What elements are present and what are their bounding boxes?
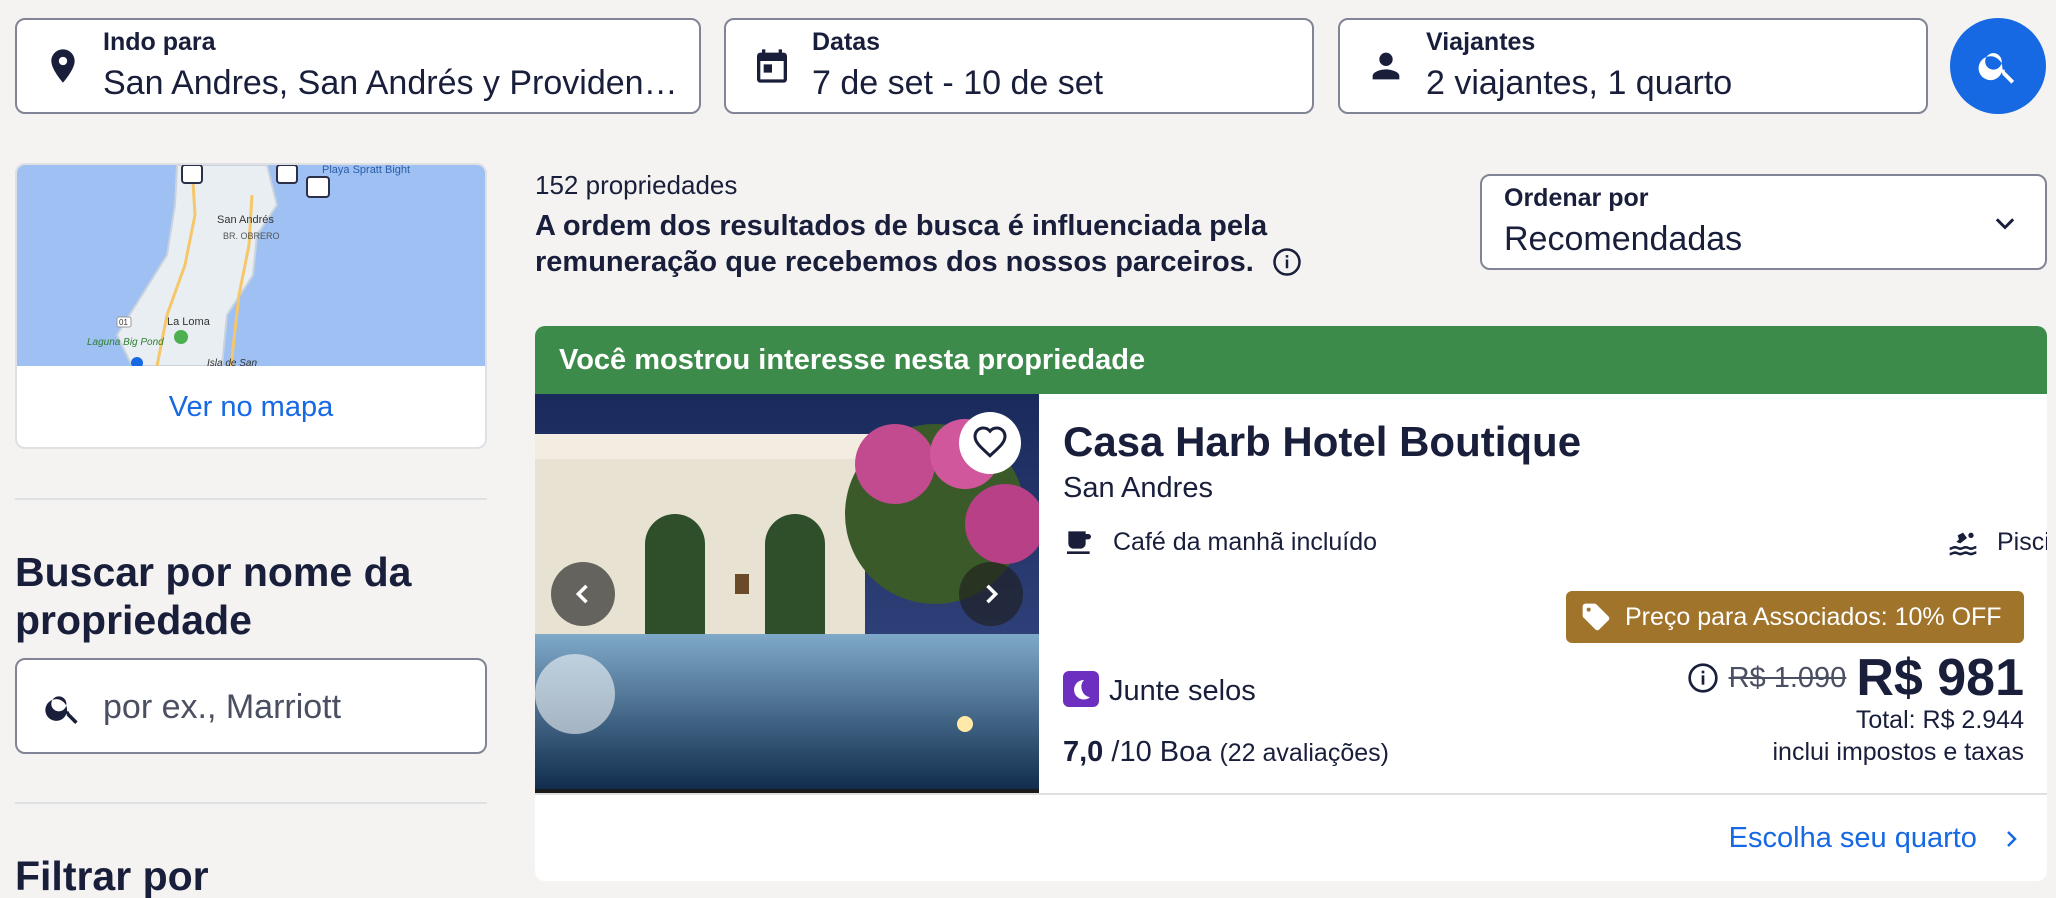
next-photo-button[interactable] [959, 562, 1023, 626]
person-icon [1372, 52, 1400, 80]
chevron-down-icon [1995, 218, 2015, 230]
current-price: R$ 981 [1856, 649, 2024, 707]
name-search-heading: Buscar por nome da propriedade [15, 549, 412, 643]
favorite-button[interactable] [959, 412, 1021, 474]
calendar-icon [757, 49, 787, 83]
dates-field[interactable]: Datas 7 de set - 10 de set [724, 18, 1314, 114]
price-row: R$ 1.090 R$ 981 [1687, 648, 2024, 708]
rating-scale: /10 Boa [1111, 736, 1212, 768]
member-price-badge: Preço para Associados: 10% OFF [1566, 591, 2024, 643]
destination-value[interactable]: San Andres, San Andrés y Providencia, Co… [103, 64, 683, 103]
tag-icon [1582, 603, 1610, 631]
map-label-isla: Isla de San [207, 358, 257, 366]
results-count: 152 propriedades [535, 170, 738, 200]
location-pin-icon [51, 49, 75, 83]
sort-value[interactable]: Recomendadas [1504, 220, 1742, 259]
property-name-search[interactable]: por ex., Marriott [15, 658, 487, 754]
choose-room-label: Escolha seu quarto [1728, 822, 1977, 854]
map-label-la-loma: La Loma [167, 316, 211, 328]
sort-label: Ordenar por [1504, 184, 1649, 212]
previous-photo-button[interactable] [551, 562, 615, 626]
property-name-placeholder[interactable]: por ex., Marriott [103, 688, 341, 727]
amenity-label: Piscina [1997, 528, 2047, 556]
heart-icon [973, 426, 1007, 458]
map-card[interactable]: Playa Spratt Bight San Andrés BR. OBRERO… [15, 163, 487, 449]
map-label-big-pond: Laguna Big Pond [87, 337, 164, 348]
dates-label: Datas [812, 28, 881, 56]
rating-count: (22 avaliações) [1219, 739, 1389, 767]
destination-label: Indo para [103, 28, 216, 56]
chevron-right-icon [2007, 831, 2017, 847]
map-route-label: 01 [119, 318, 128, 327]
property-card[interactable]: Você mostrou interesse nesta propriedade [535, 326, 2047, 881]
map-label-san-andres: San Andrés [217, 214, 274, 226]
rating: 7,0 /10 Boa (22 avaliações) [1063, 736, 1389, 769]
interest-banner: Você mostrou interesse nesta propriedade [535, 326, 2047, 394]
info-icon[interactable] [1687, 662, 1719, 694]
search-button[interactable] [1950, 18, 2046, 114]
chevron-left-icon [575, 584, 588, 604]
map-label-br-obrero: BR. OBRERO [223, 231, 280, 241]
search-icon [45, 696, 78, 724]
map-label-playa: Playa Spratt Bight [322, 165, 410, 176]
original-price: R$ 1.090 [1728, 661, 1847, 694]
destination-field[interactable]: Indo para San Andres, San Andrés y Provi… [15, 18, 701, 114]
property-photo[interactable] [535, 394, 1039, 793]
dates-value[interactable]: 7 de set - 10 de set [812, 64, 1103, 103]
coffee-cup-icon [1067, 531, 1091, 554]
sidebar-divider [15, 802, 487, 804]
info-icon[interactable] [1272, 247, 1302, 277]
view-map-link[interactable]: Ver no mapa [17, 366, 485, 447]
sidebar-divider [15, 498, 487, 500]
pool-icon [1949, 532, 1977, 556]
travelers-value[interactable]: 2 viajantes, 1 quarto [1426, 64, 1732, 103]
choose-room-link[interactable]: Escolha seu quarto [1729, 822, 2023, 855]
rating-score: 7,0 [1063, 736, 1104, 768]
hotel-location: San Andres [1063, 472, 1213, 504]
hotel-name[interactable]: Casa Harb Hotel Boutique [1063, 418, 1581, 466]
amenity-label: Café da manhã incluído [1113, 528, 1378, 556]
travelers-label: Viajantes [1426, 28, 1536, 56]
disclaimer-text: A ordem dos resultados de busca é influe… [535, 210, 1268, 278]
filter-heading: Filtrar por [15, 853, 209, 898]
chevron-right-icon [986, 584, 999, 604]
member-badge-text: Preço para Associados: 10% OFF [1625, 603, 2002, 631]
sort-select[interactable]: Ordenar por Recomendadas [1480, 174, 2047, 270]
moon-icon [1063, 671, 1099, 707]
results-disclaimer: A ordem dos resultados de busca é influe… [535, 208, 1455, 280]
total-price: Total: R$ 2.944 [1855, 706, 2024, 734]
card-divider [535, 793, 2047, 795]
travelers-field[interactable]: Viajantes 2 viajantes, 1 quarto [1338, 18, 1928, 114]
taxes-note: inclui impostos e taxas [1772, 738, 2024, 766]
map-preview[interactable]: Playa Spratt Bight San Andrés BR. OBRERO… [17, 165, 487, 366]
stamps-label: Junte selos [1109, 675, 1256, 707]
search-icon [1978, 53, 2015, 84]
